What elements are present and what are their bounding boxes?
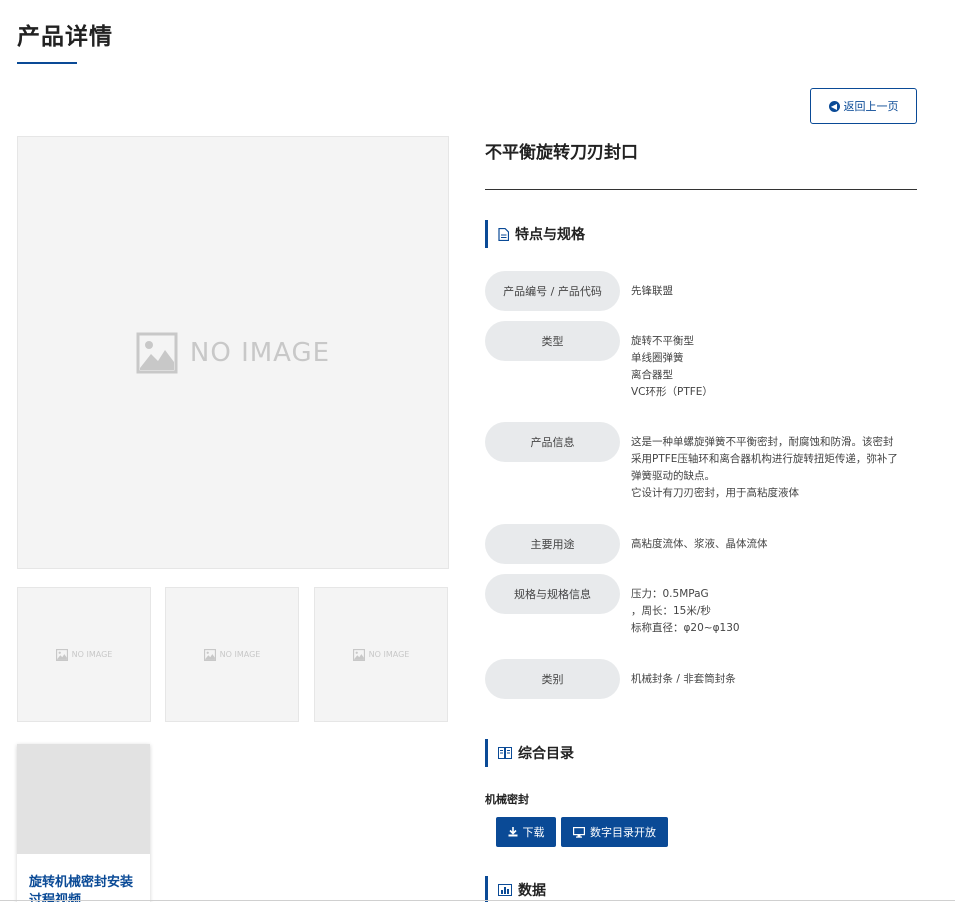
title-underline xyxy=(17,62,77,64)
spec-value-line: VC环形（PTFE） xyxy=(631,386,713,398)
video-thumbnail xyxy=(17,744,150,854)
book-icon xyxy=(498,747,512,759)
thumbnail-1[interactable]: NO IMAGE xyxy=(17,587,151,722)
document-icon xyxy=(498,227,509,241)
spec-value-line: 压力：0.5MPaG xyxy=(631,588,709,600)
spec-label: 主要用途 xyxy=(485,524,620,564)
spec-label: 产品编号 / 产品代码 xyxy=(485,271,620,311)
section-heading-catalog: 综合目录 xyxy=(485,739,574,767)
spec-value: 先锋联盟 xyxy=(631,283,921,300)
spec-value-line: 这是一种单螺旋弹簧不平衡密封，耐腐蚀和防滑。该密封 xyxy=(631,436,894,448)
back-button-label: 返回上一页 xyxy=(843,100,899,113)
monitor-icon xyxy=(573,826,585,838)
back-button[interactable]: ◀ 返回上一页 xyxy=(810,88,917,124)
video-card[interactable]: 旋转机械密封安装过程视频 xyxy=(17,744,150,902)
thumbnail-3[interactable]: NO IMAGE xyxy=(314,587,448,722)
section-title: 特点与规格 xyxy=(515,227,585,243)
spec-value-line: 弹簧驱动的缺点。 xyxy=(631,470,715,482)
spec-value: 这是一种单螺旋弹簧不平衡密封，耐腐蚀和防滑。该密封 采用PTFE压轴环和离合器机… xyxy=(631,434,921,502)
arrow-left-circle-icon: ◀ xyxy=(828,100,840,112)
no-image-text: NO IMAGE xyxy=(189,337,331,368)
spec-value-line: 高粘度流体、浆液、晶体流体 xyxy=(631,538,768,550)
spec-value: 机械封条 / 非套筒封条 xyxy=(631,671,921,688)
spec-value: 压力：0.5MPaG ，周长：15米/秒 标称直径：φ20~φ130 xyxy=(631,586,921,637)
video-title: 旋转机械密封安装过程视频 xyxy=(29,875,134,902)
download-icon xyxy=(508,827,517,837)
divider xyxy=(485,189,917,190)
section-title: 综合目录 xyxy=(518,746,574,762)
page-title: 产品详情 xyxy=(17,24,113,50)
spec-label: 类别 xyxy=(485,659,620,699)
image-placeholder-icon xyxy=(136,332,178,373)
no-image-text: NO IMAGE xyxy=(368,650,410,659)
no-image-text: NO IMAGE xyxy=(219,650,261,659)
spec-value-line: 旋转不平衡型 xyxy=(631,335,694,347)
spec-label: 规格与规格信息 xyxy=(485,574,620,614)
spec-value: 高粘度流体、浆液、晶体流体 xyxy=(631,536,921,553)
image-placeholder-icon xyxy=(55,648,68,661)
section-heading-specs: 特点与规格 xyxy=(485,220,585,248)
thumbnail-2[interactable]: NO IMAGE xyxy=(165,587,299,722)
spec-label: 产品信息 xyxy=(485,422,620,462)
spec-label: 类型 xyxy=(485,321,620,361)
bar-chart-icon xyxy=(498,884,512,896)
download-button-label: 下载 xyxy=(522,826,545,839)
digital-catalog-button-label: 数字目录开放 xyxy=(590,826,656,839)
spec-value-line: 离合器型 xyxy=(631,369,673,381)
bottom-divider xyxy=(0,900,955,901)
spec-value-line: 机械封条 / 非套筒封条 xyxy=(631,673,736,685)
spec-value-line: 它设计有刀刃密封，用于高粘度液体 xyxy=(631,487,799,499)
section-title: 数据 xyxy=(518,883,546,899)
spec-value-line: 单线圈弹簧 xyxy=(631,352,684,364)
main-product-image: NO IMAGE xyxy=(17,136,449,569)
spec-value-line: 先锋联盟 xyxy=(631,285,673,297)
digital-catalog-button[interactable]: 数字目录开放 xyxy=(561,817,668,847)
spec-value: 旋转不平衡型 单线圈弹簧 离合器型 VC环形（PTFE） xyxy=(631,333,921,401)
spec-value-line: 采用PTFE压轴环和离合器机构进行旋转扭矩传递，弥补了 xyxy=(631,453,898,465)
image-placeholder-icon xyxy=(352,648,365,661)
download-button[interactable]: 下载 xyxy=(496,817,556,847)
catalog-label: 机械密封 xyxy=(485,793,529,806)
product-name: 不平衡旋转刀刃封口 xyxy=(485,143,638,163)
spec-value-line: 标称直径：φ20~φ130 xyxy=(631,622,740,634)
no-image-text: NO IMAGE xyxy=(71,650,113,659)
spec-value-line: ，周长：15米/秒 xyxy=(631,605,711,617)
section-heading-data: 数据 xyxy=(485,876,546,902)
image-placeholder-icon xyxy=(203,648,216,661)
